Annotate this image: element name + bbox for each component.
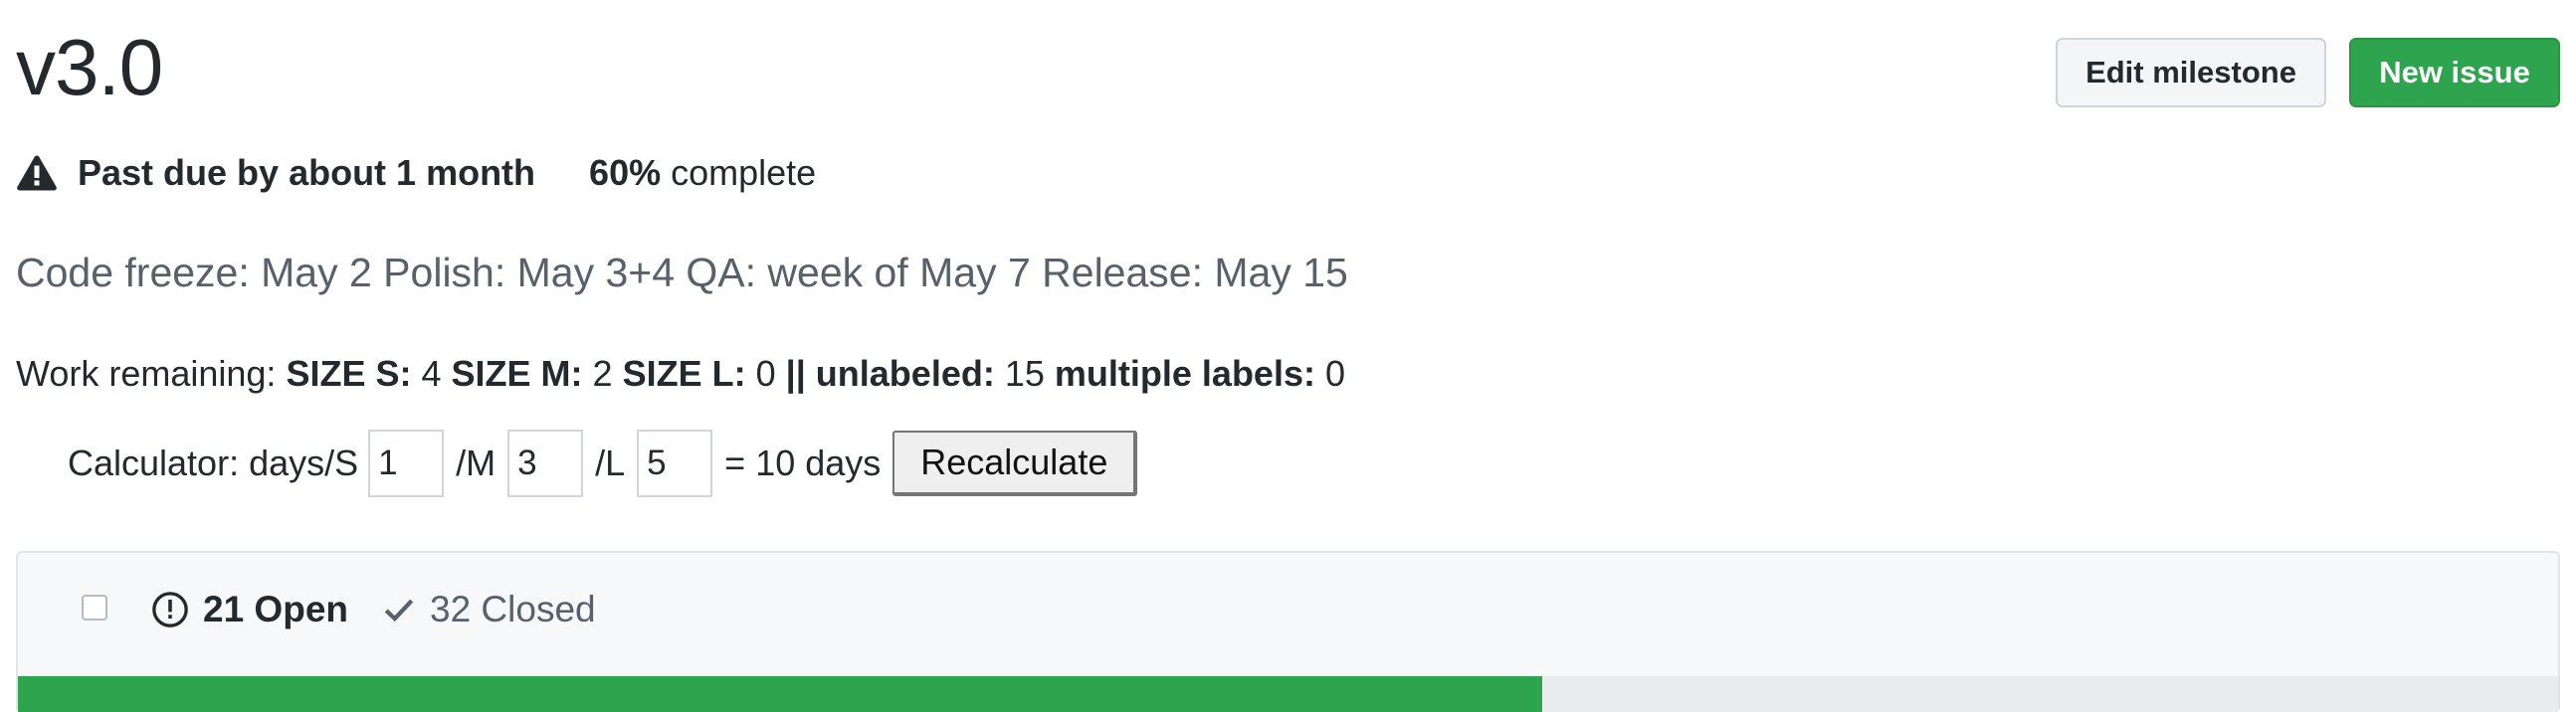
unlabeled-label: || unlabeled: (785, 353, 995, 394)
size-s-value: 4 (421, 353, 442, 394)
days-per-s-input[interactable] (368, 430, 445, 497)
issues-panel: 21 Open 32 Closed (16, 551, 2560, 712)
unlabeled-value: 15 (1004, 353, 1045, 394)
size-m-value: 2 (592, 353, 613, 394)
days-per-m-input[interactable] (507, 430, 584, 497)
past-due-text: Past due by about 1 month (78, 152, 536, 193)
work-remaining-prefix: Work remaining: (16, 353, 277, 394)
multiple-labels-label: multiple labels: (1054, 353, 1315, 394)
work-remaining: Work remaining: SIZE S: 4 SIZE M: 2 SIZE… (16, 350, 1345, 398)
calculator-result: = 10 days (724, 443, 882, 483)
complete-label: complete (671, 152, 817, 193)
milestone-description: Code freeze: May 2 Polish: May 3+4 QA: w… (16, 250, 1348, 295)
calculator-prefix: Calculator: days/S (68, 443, 359, 483)
calculator: Calculator: days/S /M /L = 10 days Recal… (68, 430, 1138, 497)
closed-issues-tab[interactable]: 32 Closed (382, 589, 596, 630)
select-all-checkbox[interactable] (82, 595, 107, 621)
size-l-value: 0 (755, 353, 776, 394)
open-issues-tab[interactable]: 21 Open (151, 589, 348, 630)
milestone-title: v3.0 (16, 23, 163, 111)
recalculate-button[interactable]: Recalculate (892, 431, 1138, 496)
percent-complete: 60% (589, 152, 662, 193)
size-s-label: SIZE S: (286, 353, 412, 394)
issues-panel-header: 21 Open 32 Closed (18, 553, 2558, 676)
m-label: /M (456, 443, 496, 483)
new-issue-button[interactable]: New issue (2349, 38, 2560, 107)
check-icon (384, 599, 414, 623)
milestone-progress-bar (18, 676, 2558, 712)
milestone-status: Past due by about 1 month 60% complete (16, 151, 816, 195)
days-per-l-input[interactable] (637, 430, 713, 497)
size-l-label: SIZE L: (622, 353, 746, 394)
open-issues-label: 21 Open (203, 589, 348, 629)
closed-issues-label: 32 Closed (430, 589, 596, 629)
size-m-label: SIZE M: (451, 353, 583, 394)
edit-milestone-button[interactable]: Edit milestone (2056, 38, 2326, 107)
issue-opened-icon (152, 592, 188, 627)
alert-icon (17, 155, 57, 191)
progress-bar-fill (18, 676, 1542, 712)
l-label: /L (595, 443, 626, 483)
multiple-labels-value: 0 (1324, 353, 1346, 394)
